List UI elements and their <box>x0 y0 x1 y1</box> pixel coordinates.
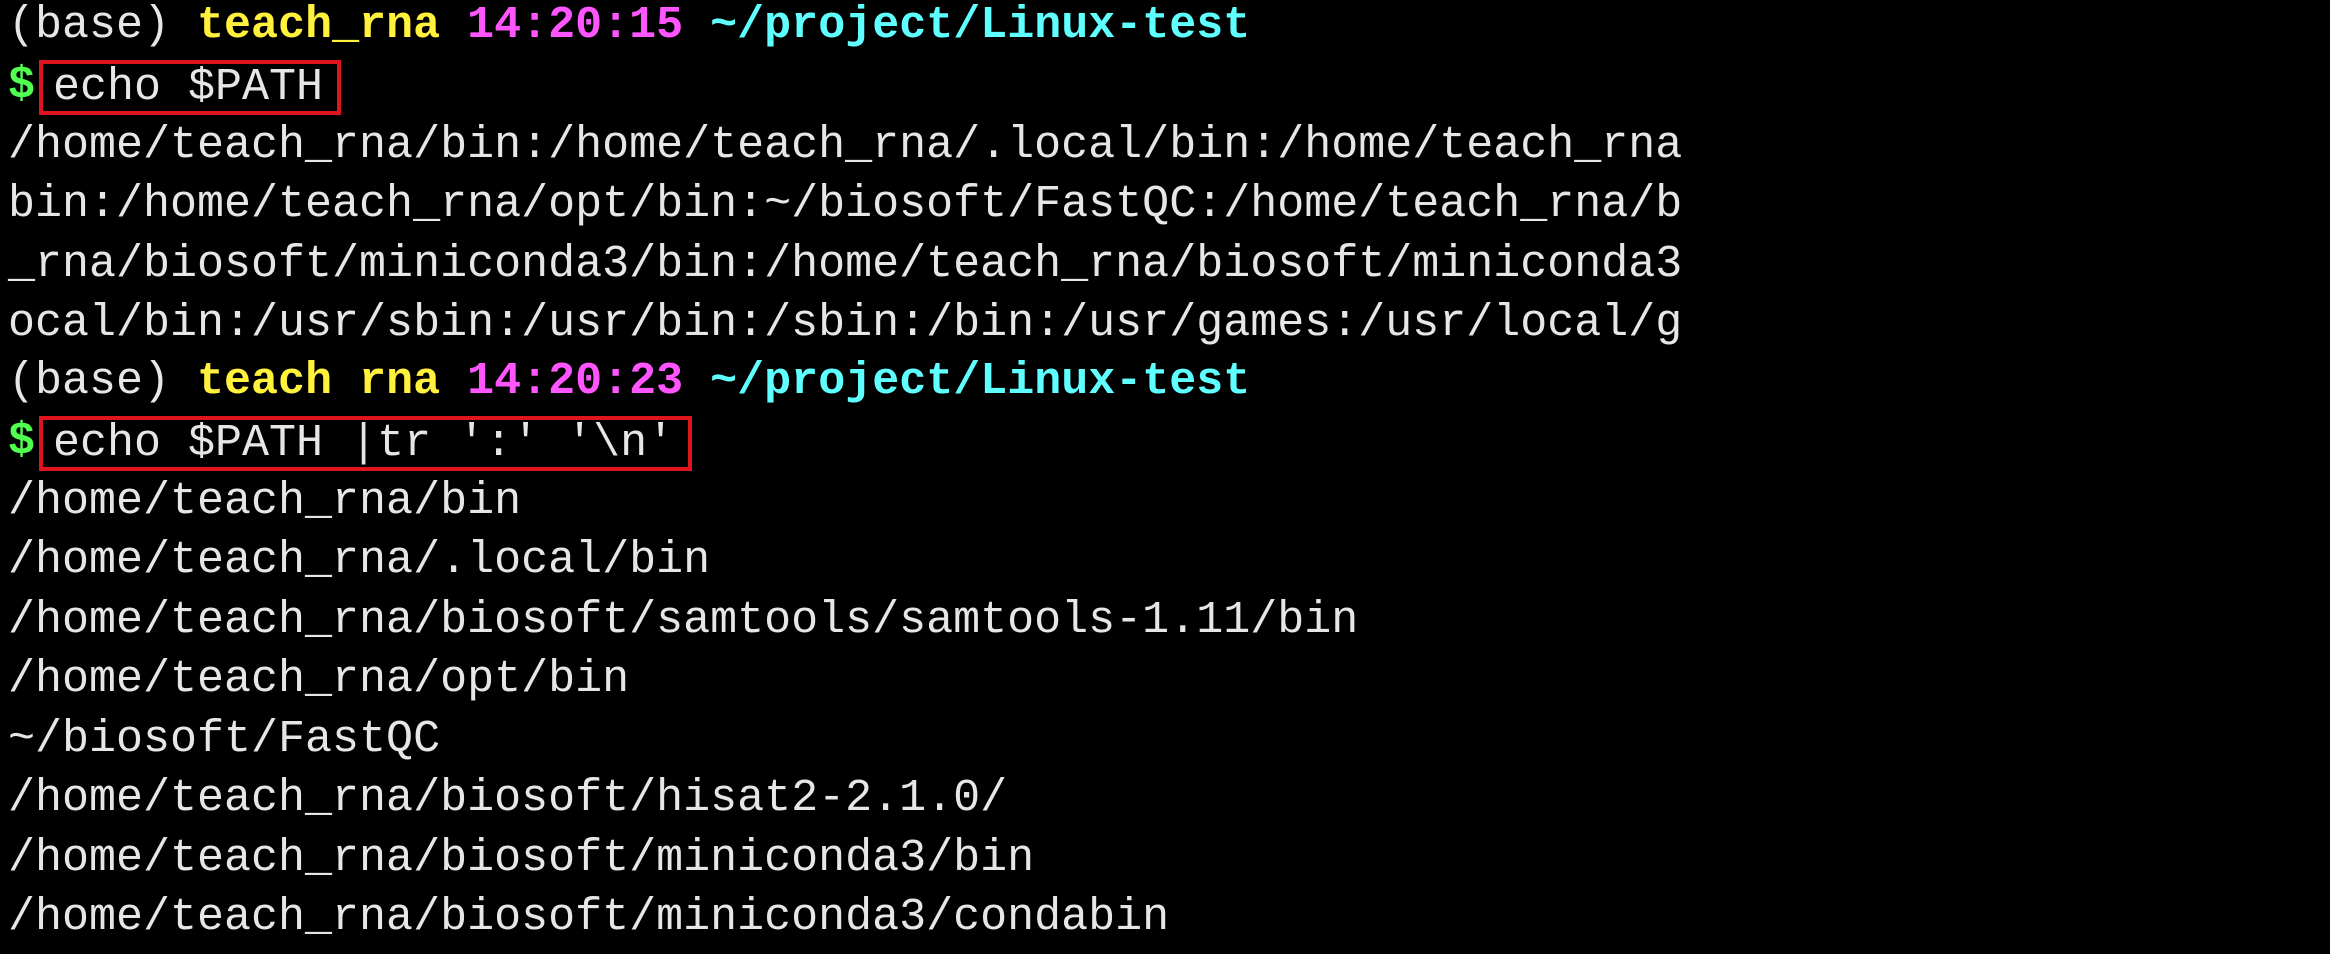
output-line: /home/teach_rna/bin <box>8 476 522 527</box>
prompt-time: 14:20:15 <box>467 0 684 51</box>
prompt-cwd: ~/project/Linux-test <box>710 356 1251 407</box>
output-line: ~/biosoft/FastQC <box>8 714 441 765</box>
prompt-time: 14:20:23 <box>467 356 684 407</box>
terminal-window[interactable]: (base) teach_rna 14:20:15 ~/project/Linu… <box>0 0 2330 954</box>
output-line: /home/teach_rna/biosoft/hisat2-2.1.0/ <box>8 773 1008 824</box>
output-line: /home/teach_rna/biosoft/miniconda3/conda… <box>8 892 1170 943</box>
highlighted-command: echo $PATH <box>39 60 342 115</box>
prompt-symbol: $ <box>8 60 36 111</box>
prompt-line-2: (base) teach rna 14:20:23 ~/project/Linu… <box>8 352 1250 411</box>
output-line: /home/teach_rna/opt/bin <box>8 654 630 705</box>
conda-env: (base) <box>8 356 171 407</box>
conda-env: (base) <box>8 0 171 51</box>
prompt-symbol: $ <box>8 416 36 467</box>
output-line: /home/teach_rna/biosoft/samtools/samtool… <box>8 595 1359 646</box>
output-line: bin:/home/teach_rna/opt/bin:~/biosoft/Fa… <box>8 179 1683 230</box>
output-line: ocal/bin:/usr/sbin:/usr/bin:/sbin:/bin:/… <box>8 298 1683 349</box>
prompt-user: teach rna <box>197 356 441 407</box>
output-line: _rna/biosoft/miniconda3/bin:/home/teach_… <box>8 239 1683 290</box>
prompt-cwd: ~/project/Linux-test <box>710 0 1251 51</box>
command-line-2[interactable]: $ echo $PATH |tr ':' '\n' <box>8 412 693 471</box>
output-line: /home/teach_rna/bin:/home/teach_rna/.loc… <box>8 120 1683 171</box>
command-line-1[interactable]: $ echo $PATH <box>8 56 342 115</box>
output-line: /home/teach_rna/.local/bin <box>8 535 711 586</box>
prompt-user: teach_rna <box>197 0 441 51</box>
prompt-line-1: (base) teach_rna 14:20:15 ~/project/Linu… <box>8 0 1250 55</box>
output-line: /home/teach_rna/biosoft/miniconda3/bin <box>8 833 1035 884</box>
highlighted-command: echo $PATH |tr ':' '\n' <box>39 416 693 471</box>
